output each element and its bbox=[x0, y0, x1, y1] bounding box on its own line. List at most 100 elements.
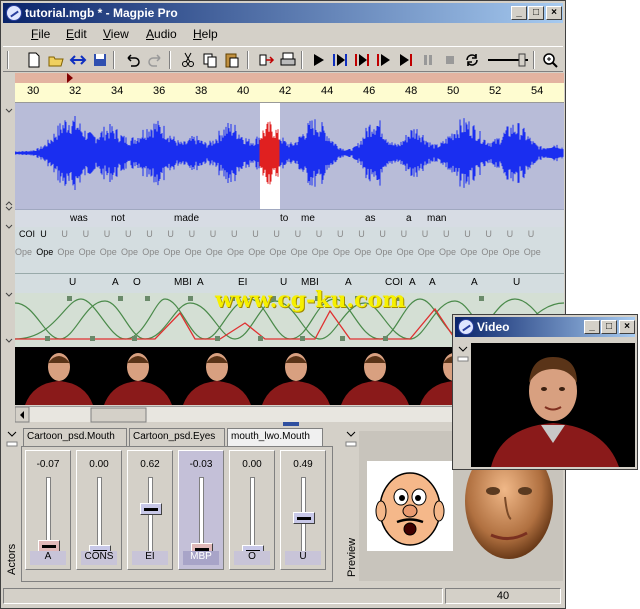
phoneme-label[interactable]: U bbox=[507, 229, 514, 239]
phoneme-label[interactable]: Ope bbox=[163, 247, 180, 257]
copy-icon[interactable] bbox=[201, 51, 219, 69]
word-label[interactable]: a bbox=[406, 213, 412, 224]
phoneme-label[interactable]: Ope bbox=[291, 247, 308, 257]
phoneme-label[interactable]: U bbox=[485, 229, 492, 239]
viseme-label[interactable]: MBI bbox=[174, 277, 192, 288]
start-marker-icon[interactable] bbox=[65, 73, 75, 83]
pause-icon[interactable] bbox=[419, 51, 437, 69]
viseme-label[interactable]: U bbox=[513, 277, 520, 288]
tab-cartoon-mouth[interactable]: Cartoon_psd.Mouth bbox=[23, 428, 127, 446]
slider-track[interactable] bbox=[250, 477, 255, 555]
phoneme-label[interactable]: Ope bbox=[312, 247, 329, 257]
word-label[interactable]: made bbox=[174, 213, 199, 224]
phoneme-label[interactable]: Ope bbox=[481, 247, 498, 257]
viseme-label[interactable]: A bbox=[429, 277, 436, 288]
video-close-button[interactable]: × bbox=[619, 320, 635, 334]
phoneme-label[interactable]: Ope bbox=[439, 247, 456, 257]
video-collapse-handle[interactable] bbox=[457, 343, 469, 465]
zoom-icon[interactable] bbox=[541, 51, 559, 69]
phoneme-label[interactable]: U bbox=[443, 229, 450, 239]
maximize-button[interactable]: □ bbox=[528, 6, 544, 20]
phoneme-label[interactable]: Ope bbox=[79, 247, 96, 257]
video-title-bar[interactable]: Video _ □ × bbox=[455, 317, 635, 337]
phoneme-label[interactable]: Ope bbox=[503, 247, 520, 257]
word-label[interactable]: to bbox=[280, 213, 288, 224]
volume-slider[interactable] bbox=[487, 53, 531, 67]
play-to-end-icon[interactable] bbox=[397, 51, 415, 69]
phoneme-label[interactable]: Ope bbox=[333, 247, 350, 257]
phoneme-label[interactable]: U bbox=[210, 229, 217, 239]
play-icon[interactable] bbox=[309, 51, 327, 69]
video-minimize-button[interactable]: _ bbox=[584, 320, 600, 334]
tab-mouth-lwo[interactable]: mouth_lwo.Mouth bbox=[227, 428, 323, 446]
phoneme-label[interactable]: U bbox=[189, 229, 196, 239]
phoneme-label[interactable]: U bbox=[337, 229, 344, 239]
viseme-label[interactable]: A bbox=[112, 277, 119, 288]
viseme-label[interactable]: O bbox=[133, 277, 141, 288]
phoneme-label[interactable]: U bbox=[104, 229, 111, 239]
phoneme-label[interactable]: U bbox=[125, 229, 132, 239]
phoneme-label[interactable]: U bbox=[273, 229, 280, 239]
print-icon[interactable] bbox=[279, 51, 297, 69]
phoneme-label[interactable]: U bbox=[358, 229, 365, 239]
open-folder-icon[interactable] bbox=[47, 51, 65, 69]
word-label[interactable]: as bbox=[365, 213, 376, 224]
menu-help[interactable]: Help bbox=[193, 27, 218, 41]
slider-thumb[interactable] bbox=[140, 502, 162, 515]
phoneme-label[interactable]: COI bbox=[19, 229, 35, 239]
word-label[interactable]: was bbox=[70, 213, 88, 224]
paste-icon[interactable] bbox=[223, 51, 241, 69]
cut-icon[interactable] bbox=[179, 51, 197, 69]
phoneme-label[interactable]: U bbox=[167, 229, 174, 239]
viseme-label[interactable]: U bbox=[69, 277, 76, 288]
phoneme-label[interactable]: Ope bbox=[524, 247, 541, 257]
viseme-label[interactable]: A bbox=[409, 277, 416, 288]
phoneme-label[interactable]: Ope bbox=[375, 247, 392, 257]
menu-view[interactable]: View bbox=[103, 27, 129, 41]
word-track[interactable]: was not made to me as a man bbox=[15, 209, 564, 227]
loop-icon[interactable] bbox=[463, 51, 481, 69]
phoneme-label[interactable]: Ope bbox=[121, 247, 138, 257]
play-range-icon[interactable] bbox=[353, 51, 371, 69]
phoneme-label[interactable]: U bbox=[528, 229, 535, 239]
phoneme-label[interactable]: Ope bbox=[185, 247, 202, 257]
minimize-button[interactable]: _ bbox=[511, 6, 527, 20]
phoneme-label[interactable]: U bbox=[295, 229, 302, 239]
menu-edit[interactable]: Edit bbox=[66, 27, 87, 41]
phoneme-label[interactable]: Ope bbox=[460, 247, 477, 257]
viseme-label[interactable]: A bbox=[197, 277, 204, 288]
word-label[interactable]: man bbox=[427, 213, 446, 224]
close-button[interactable]: × bbox=[546, 6, 562, 20]
stop-icon[interactable] bbox=[441, 51, 459, 69]
play-from-icon[interactable] bbox=[375, 51, 393, 69]
phoneme-label[interactable]: U bbox=[464, 229, 471, 239]
audio-waveform-track[interactable] bbox=[14, 103, 564, 209]
phoneme-label[interactable]: U bbox=[146, 229, 153, 239]
word-label[interactable]: me bbox=[301, 213, 315, 224]
phoneme-label[interactable]: Ope bbox=[397, 247, 414, 257]
phoneme-label[interactable]: U bbox=[379, 229, 386, 239]
phoneme-label[interactable]: U bbox=[252, 229, 259, 239]
menu-audio[interactable]: Audio bbox=[146, 27, 177, 41]
phoneme-label[interactable]: Ope bbox=[206, 247, 223, 257]
phoneme-label[interactable]: U bbox=[83, 229, 90, 239]
play-selection-icon[interactable] bbox=[331, 51, 349, 69]
viseme-label[interactable]: A bbox=[471, 277, 478, 288]
phoneme-label[interactable]: Ope bbox=[248, 247, 265, 257]
phoneme-label[interactable]: Ope bbox=[269, 247, 286, 257]
phoneme-label[interactable]: U bbox=[40, 229, 47, 239]
undo-icon[interactable] bbox=[123, 51, 141, 69]
phoneme-label[interactable]: U bbox=[401, 229, 408, 239]
menu-file[interactable]: File bbox=[31, 27, 50, 41]
phoneme-label[interactable]: U bbox=[231, 229, 238, 239]
title-bar[interactable]: tutorial.mgb * - Magpie Pro _ □ × bbox=[3, 3, 563, 23]
phoneme-label[interactable]: U bbox=[422, 229, 429, 239]
redo-icon[interactable] bbox=[147, 51, 165, 69]
tab-cartoon-eyes[interactable]: Cartoon_psd.Eyes bbox=[129, 428, 225, 446]
splitter-handle[interactable] bbox=[283, 422, 299, 426]
phoneme-label[interactable]: U bbox=[316, 229, 323, 239]
slider-track[interactable] bbox=[97, 477, 102, 555]
phoneme-label[interactable]: Ope bbox=[354, 247, 371, 257]
phoneme-label[interactable]: Ope bbox=[100, 247, 117, 257]
save-icon[interactable] bbox=[91, 51, 109, 69]
